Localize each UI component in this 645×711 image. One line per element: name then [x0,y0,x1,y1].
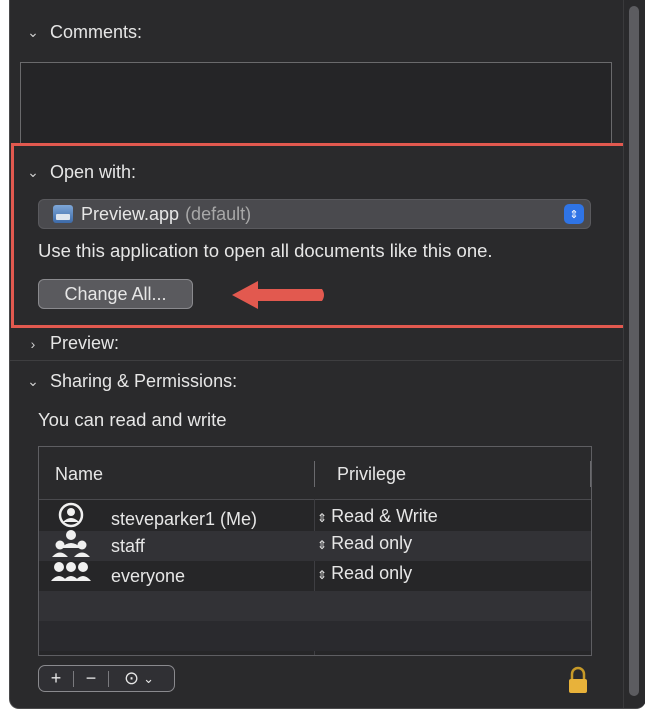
lock-icon[interactable] [567,666,589,694]
chevron-down-icon: ⌄ [143,670,154,686]
chevron-down-icon: ⌄ [27,24,39,40]
app-default-label: (default) [185,203,252,224]
user-name: steveparker1 (Me) [111,509,258,529]
user-icon [58,502,84,528]
info-window: ⌄ Comments: ⌄ Open with: Preview.app (de… [9,0,645,709]
add-button[interactable]: + [39,666,73,691]
open-with-app-select[interactable]: Preview.app (default) ⇕ [38,199,591,229]
remove-button[interactable]: − [74,666,108,691]
open-with-label: Open with: [50,162,137,182]
preview-header[interactable]: › Preview: [26,333,119,354]
up-down-icon: ⇕ [317,511,328,525]
section-divider [10,360,622,361]
open-with-header[interactable]: ⌄ Open with: [26,162,136,183]
scroll-thumb[interactable] [629,6,639,696]
table-row-empty [39,621,591,651]
up-down-icon: ⇕ [317,568,328,582]
privilege-value: Read only [331,533,413,553]
chevron-down-icon: ⌄ [27,164,39,180]
comments-label: Comments: [50,22,143,42]
scrollbar[interactable] [623,0,645,708]
column-divider [314,461,315,487]
column-header-name[interactable]: Name [55,464,103,485]
user-name: staff [111,536,145,556]
open-with-description: Use this application to open all documen… [38,240,493,261]
privilege-value: Read only [331,563,413,583]
table-row-empty [39,591,591,621]
access-text: You can read and write [38,409,227,430]
privilege-select[interactable]: ⇕ Read & Write [317,506,438,527]
preview-app-icon [53,205,73,223]
red-arrow-icon [232,281,324,309]
privilege-value: Read & Write [331,506,438,526]
table-row[interactable]: staff ⇕ Read only [39,530,591,561]
everyone-icon [51,562,91,581]
privilege-select[interactable]: ⇕ Read only [317,533,412,554]
user-name: everyone [111,566,186,586]
comments-header[interactable]: ⌄ Comments: [26,22,142,43]
chevron-down-icon: ⌄ [27,373,39,389]
action-icon: ⊙ [124,668,140,688]
group-icon [52,530,90,557]
privilege-select[interactable]: ⇕ Read only [317,563,412,584]
change-all-button[interactable]: Change All... [38,279,193,309]
comments-field[interactable] [20,62,612,146]
sharing-label: Sharing & Permissions: [50,371,238,391]
action-menu-button[interactable]: ⊙ ⌄ [109,666,169,691]
permissions-toolbar: + − ⊙ ⌄ [38,665,175,692]
chevron-right-icon: › [30,335,36,352]
column-divider [590,461,591,487]
sharing-header[interactable]: ⌄ Sharing & Permissions: [26,371,237,392]
table-row[interactable]: everyone ⇕ Read only [39,561,591,591]
permissions-table: Name Privilege steveparker1 (Me) ⇕ Read &… [38,446,592,656]
table-row[interactable]: steveparker1 (Me) ⇕ Read & Write [39,502,591,534]
table-header: Name Privilege [39,447,591,500]
app-name: Preview.app [81,203,180,224]
up-down-icon: ⇕ [317,538,328,552]
column-header-privilege[interactable]: Privilege [337,464,406,485]
popup-stepper-icon: ⇕ [564,204,584,224]
preview-label: Preview: [50,333,120,353]
